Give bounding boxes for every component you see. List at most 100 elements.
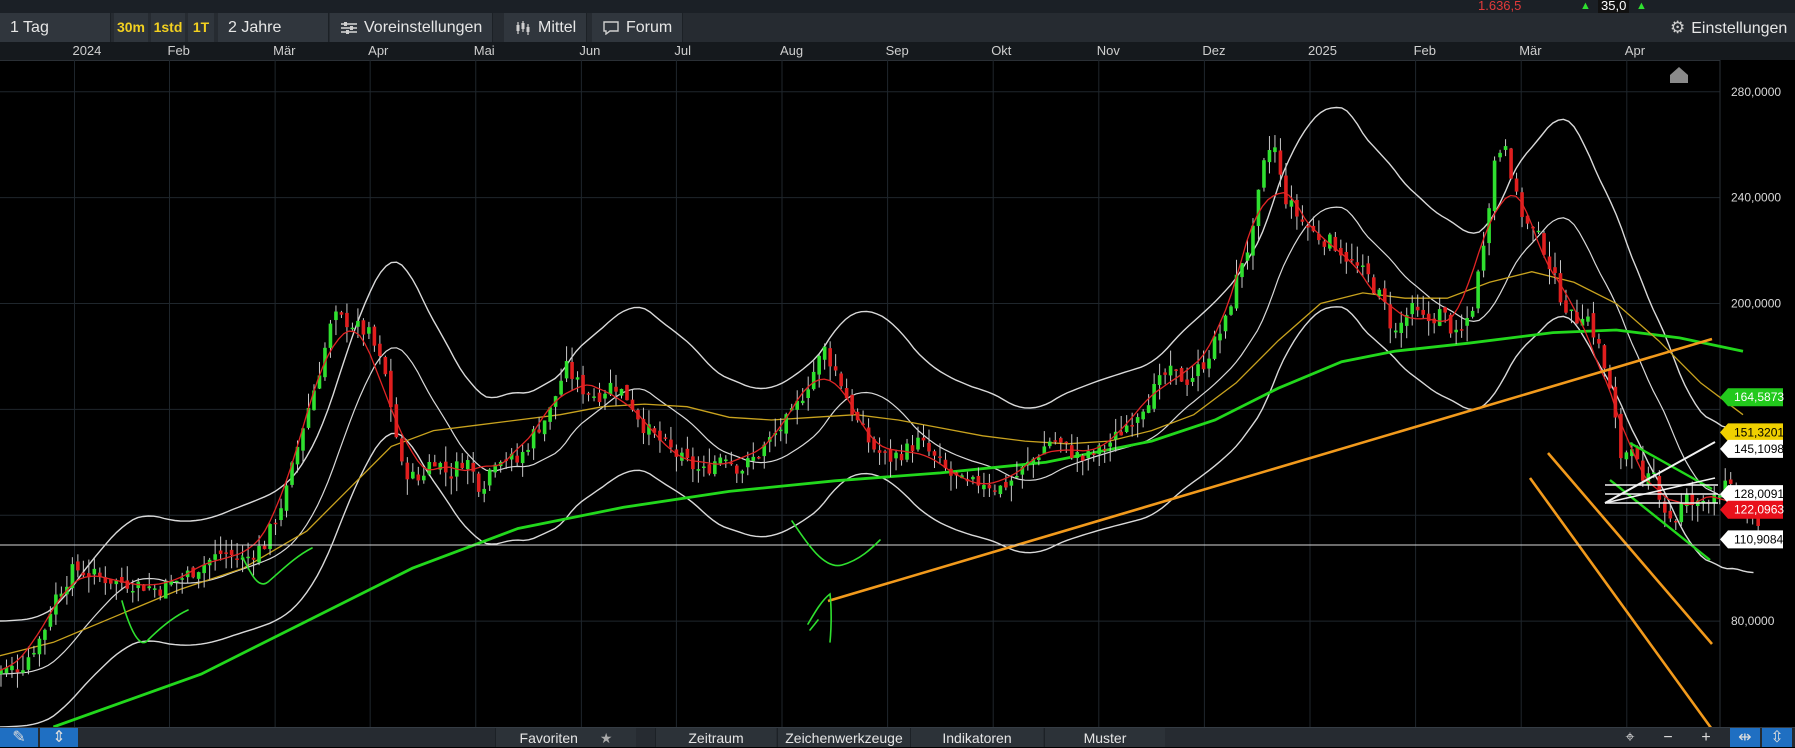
range-select[interactable]: 1 Tag bbox=[0, 13, 111, 42]
presets-label: Voreinstellungen bbox=[364, 19, 483, 36]
sliders-icon bbox=[341, 21, 357, 34]
presets-button[interactable]: Voreinstellungen bbox=[330, 13, 494, 42]
candle-up bbox=[916, 437, 920, 450]
quote-strip: 1.636,5 ▲ 35,0 ▲ bbox=[0, 0, 1795, 14]
tab-drawing-tools[interactable]: Zeichenwerkzeuge bbox=[777, 728, 910, 747]
candle-down bbox=[81, 572, 86, 576]
candle-down bbox=[98, 572, 102, 577]
x-tick-label: Mär bbox=[273, 43, 296, 58]
candle-down bbox=[1185, 379, 1189, 385]
candle-down bbox=[339, 312, 344, 315]
chart-type-label: Mittel bbox=[538, 19, 577, 36]
candle-down bbox=[1278, 150, 1283, 175]
candle-down bbox=[1102, 449, 1107, 451]
candle-up bbox=[21, 670, 25, 673]
candle-down bbox=[416, 474, 421, 481]
candle-down bbox=[597, 392, 602, 403]
candle-down bbox=[15, 669, 20, 673]
candle-up bbox=[702, 466, 706, 469]
candle-up bbox=[1652, 472, 1656, 474]
x-tick-label: Okt bbox=[991, 43, 1012, 58]
tab-label: Zeichenwerkzeuge bbox=[785, 730, 903, 746]
candle-up bbox=[1328, 234, 1332, 249]
candle-up bbox=[1498, 152, 1502, 158]
candle-up bbox=[1152, 383, 1156, 409]
y-tick-label: 200,0000 bbox=[1731, 297, 1781, 311]
candle-up bbox=[367, 327, 371, 334]
candle-down bbox=[1053, 440, 1058, 442]
candle-up bbox=[1624, 452, 1629, 460]
candle-down bbox=[1069, 445, 1074, 458]
star-icon: ★ bbox=[599, 730, 613, 746]
tab-indicators[interactable]: Indikatoren bbox=[910, 728, 1043, 747]
candle-down bbox=[625, 384, 629, 401]
candle-up bbox=[284, 485, 289, 511]
timespan-label: 2 Jahre bbox=[228, 19, 282, 36]
candle-up bbox=[1399, 322, 1404, 333]
candle-down bbox=[921, 437, 926, 441]
candle-down bbox=[614, 386, 618, 392]
candle-up bbox=[1454, 329, 1458, 333]
candle-down bbox=[993, 490, 997, 492]
zoom-in-button[interactable]: + bbox=[1692, 728, 1720, 747]
candle-down bbox=[976, 475, 981, 486]
tab-favorites[interactable]: Favoriten ★ bbox=[495, 728, 636, 747]
move-icon[interactable]: ⇕ bbox=[40, 728, 78, 747]
forum-label: Forum bbox=[626, 19, 673, 36]
settings-button[interactable]: ⚙ Einstellungen bbox=[1670, 13, 1787, 42]
candle-up bbox=[520, 451, 525, 464]
candle-down bbox=[224, 552, 228, 554]
candle-down bbox=[378, 343, 382, 357]
candle-up bbox=[1124, 425, 1129, 432]
fit-horizontal-icon[interactable]: ⇹ bbox=[1730, 728, 1760, 747]
chart-type-button[interactable]: Mittel bbox=[504, 13, 588, 42]
candle-down bbox=[756, 456, 761, 459]
x-tick-label: 2025 bbox=[1308, 43, 1337, 58]
candle-up bbox=[1361, 265, 1365, 268]
candle-down bbox=[1657, 475, 1662, 500]
up-arrow-icon: ▲ bbox=[1580, 0, 1591, 12]
period-1std-button[interactable]: 1std bbox=[151, 13, 185, 42]
candle-up bbox=[1048, 441, 1052, 447]
pencil-icon[interactable]: ✎ bbox=[0, 728, 38, 747]
candle-up bbox=[982, 484, 986, 490]
crosshair-icon[interactable]: ⌖ bbox=[1616, 728, 1644, 747]
candle-down bbox=[76, 561, 80, 571]
candle-up bbox=[1245, 252, 1250, 261]
candle-up bbox=[817, 355, 821, 375]
candle-down bbox=[707, 464, 712, 474]
candle-down bbox=[586, 393, 591, 395]
candle-up bbox=[1465, 317, 1469, 326]
candles bbox=[0, 135, 1760, 688]
candle-down bbox=[1591, 313, 1596, 338]
candle-up bbox=[1251, 225, 1255, 256]
series-line-ma_long bbox=[52, 328, 1744, 727]
candle-down bbox=[938, 456, 942, 458]
candle-down bbox=[987, 484, 992, 489]
candle-up bbox=[465, 460, 470, 470]
candle-up bbox=[971, 476, 975, 480]
candle-up bbox=[1218, 333, 1222, 341]
period-1t-button[interactable]: 1T bbox=[188, 13, 214, 42]
candle-down bbox=[273, 522, 278, 525]
tab-patterns[interactable]: Muster bbox=[1044, 728, 1165, 747]
candle-down bbox=[685, 448, 690, 459]
fit-vertical-icon[interactable]: ⇳ bbox=[1762, 728, 1792, 747]
candle-down bbox=[1284, 175, 1288, 205]
period-30m-button[interactable]: 30m bbox=[114, 13, 148, 42]
candle-up bbox=[422, 475, 426, 481]
up-arrow-icon: ▲ bbox=[1636, 0, 1647, 12]
candle-down bbox=[663, 437, 668, 439]
candle-down bbox=[372, 326, 377, 346]
candle-up bbox=[1267, 150, 1272, 163]
timespan-select[interactable]: 2 Jahre bbox=[218, 13, 329, 42]
forum-button[interactable]: Forum bbox=[592, 13, 684, 42]
quote-value: 1.636,5 bbox=[1478, 0, 1522, 13]
candle-up bbox=[1256, 189, 1261, 227]
price-chart[interactable]: 80,0000 200,0000 240,0000 280,0000 164,5873 1… bbox=[0, 60, 1795, 727]
candle-down bbox=[141, 585, 146, 591]
annotation-number-one bbox=[807, 592, 832, 643]
zoom-out-button[interactable]: − bbox=[1654, 728, 1682, 747]
tab-timespan[interactable]: Zeitraum bbox=[655, 728, 776, 747]
bollinger-middle-line bbox=[0, 206, 1754, 675]
